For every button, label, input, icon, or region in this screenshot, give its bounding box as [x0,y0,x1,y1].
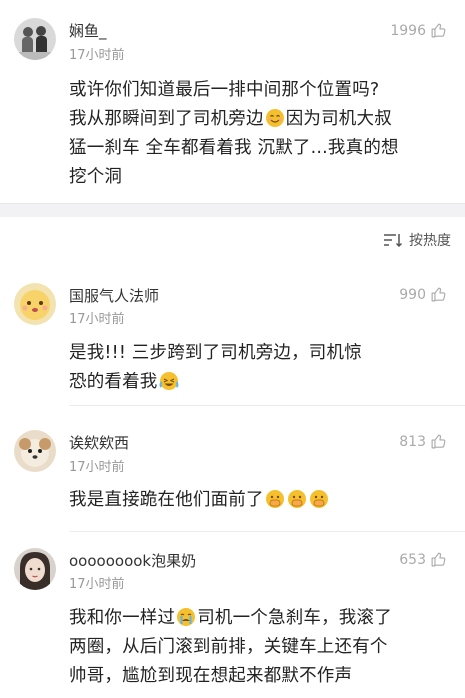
sort-toggle[interactable]: 按热度 [383,230,451,250]
laugh-cry-emoji-icon [159,371,179,391]
comment-line-part: 我和你一样过 [69,608,176,628]
comment-line: 或许你们知道最后一排中间那个位置吗? [69,80,380,100]
username[interactable]: 娴鱼_ [69,20,107,41]
comment-line: 猛一刹车 全车都看着我 沉默了...我真的想 [69,138,399,158]
comment-line: 恐的看着我 [69,368,453,397]
clap-emoji-icon [287,489,307,509]
avatar[interactable] [14,283,56,325]
crying-emoji-icon [176,607,196,627]
comment-line: 是我!!! 三步跨到了司机旁边，司机惊 [69,343,362,363]
thumbs-up-icon [431,23,446,38]
avatar-image [14,18,56,60]
like-button[interactable]: 1996 [390,22,447,39]
like-button[interactable]: 990 [399,286,447,303]
comment-line: 我从那瞬间到了司机旁边 因为司机大叔 [69,105,453,134]
avatar-image [14,430,56,472]
comment-line: 帅哥，尴尬到现在想起来都默不作声 [69,666,353,686]
comment-line-part: 我从那瞬间到了司机旁边 [69,109,264,129]
timestamp: 17小时前 [69,577,125,592]
timestamp: 17小时前 [69,312,125,327]
timestamp: 17小时前 [69,48,125,63]
thumbs-up-icon [431,434,446,449]
avatar[interactable] [14,548,56,590]
like-count: 990 [399,286,426,303]
comment-text: 或许你们知道最后一排中间那个位置吗? 我从那瞬间到了司机旁边 因为司机大叔 猛一刹… [69,76,453,192]
like-button[interactable]: 653 [399,551,447,568]
clap-emoji-icon [265,489,285,509]
sort-icon [384,234,403,247]
comment-item: ooooooook泡果奶 17小时前 653 我和你一样过 司机一个急刹车，我滚了… [0,532,465,698]
section-divider [0,203,465,217]
comment-text: 我是直接跪在他们面前了 [69,486,453,515]
like-count: 813 [399,433,426,450]
avatar[interactable] [14,18,56,60]
comment-line-part: 因为司机大叔 [285,109,392,129]
comment-text: 我和你一样过 司机一个急刹车，我滚了 两圈，从后门滚到前排，关键车上还有个 帅哥，… [69,604,453,691]
username[interactable]: ooooooook泡果奶 [69,550,196,571]
smile-emoji-icon [265,108,285,128]
username[interactable]: 国服气人法师 [69,285,159,306]
comment-text: 是我!!! 三步跨到了司机旁边，司机惊 恐的看着我 [69,339,453,397]
like-count: 1996 [390,22,426,39]
like-button[interactable]: 813 [399,433,447,450]
comment-line: 我是直接跪在他们面前了 [69,486,453,515]
thumbs-up-icon [431,287,446,302]
thumbs-up-icon [431,552,446,567]
clap-emoji-icon [309,489,329,509]
like-count: 653 [399,551,426,568]
avatar-image [14,548,56,590]
comment-line-part: 司机一个急刹车，我滚了 [197,608,392,628]
comment-line: 我和你一样过 司机一个急刹车，我滚了 [69,604,453,633]
timestamp: 17小时前 [69,460,125,475]
comment-line: 挖个洞 [69,167,123,187]
username[interactable]: 诶欸欸西 [69,432,129,453]
comment-line-part: 恐的看着我 [69,372,158,392]
comment-item: 娴鱼_ 17小时前 1996 或许你们知道最后一排中间那个位置吗? 我从那瞬间到… [0,0,465,203]
comment-line: 两圈，从后门滚到前排，关键车上还有个 [69,637,388,657]
avatar[interactable] [14,430,56,472]
comment-item: 国服气人法师 17小时前 990 是我!!! 三步跨到了司机旁边，司机惊 恐的看… [0,265,465,405]
sort-label: 按热度 [409,233,451,249]
avatar-image [14,283,56,325]
comment-line-part: 我是直接跪在他们面前了 [69,490,264,510]
comment-item: 诶欸欸西 17小时前 813 我是直接跪在他们面前了 [0,406,465,534]
